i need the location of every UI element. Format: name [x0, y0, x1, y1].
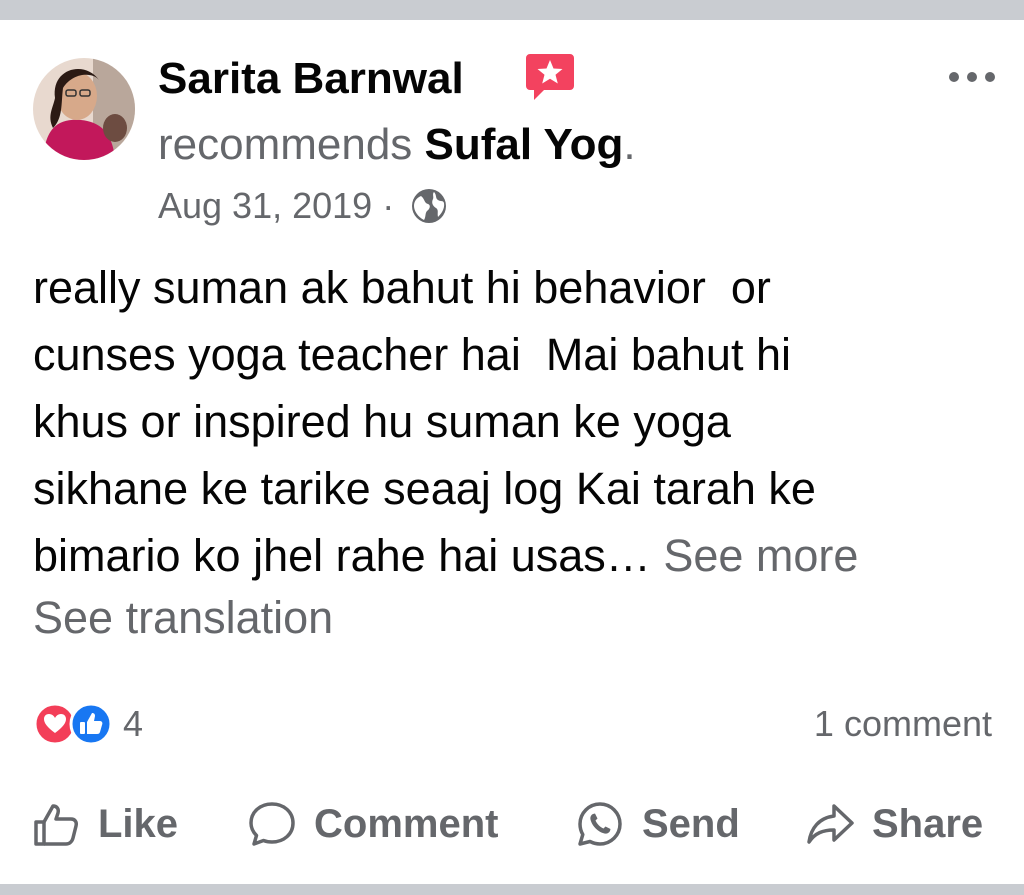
top-divider: [0, 0, 1024, 20]
globe-icon: [412, 189, 447, 223]
post-body-truncated: bimario ko jhel rahe hai usas…: [33, 530, 664, 581]
avatar[interactable]: [33, 58, 135, 160]
comment-count-link[interactable]: 1 comment: [814, 702, 992, 746]
post-body-line: khus or inspired hu suman ke yoga: [33, 396, 731, 447]
more-options-icon[interactable]: [946, 64, 998, 90]
post-body-line: really suman ak bahut hi behavior or: [33, 262, 771, 313]
share-arrow-icon: [807, 804, 854, 844]
like-reaction-icon: [69, 702, 113, 746]
like-label: Like: [98, 801, 179, 846]
like-button[interactable]: Like: [32, 796, 178, 852]
post-body: really suman ak bahut hi behavior or cun…: [33, 254, 1008, 589]
page-name-link[interactable]: Sufal Yog: [425, 120, 624, 169]
avatar-photo: [33, 58, 135, 160]
see-translation-link[interactable]: See translation: [33, 590, 333, 646]
comment-button[interactable]: Comment: [248, 796, 498, 852]
share-button[interactable]: Share: [806, 796, 983, 852]
post-meta: Aug 31, 2019 ·: [158, 184, 448, 228]
share-label: Share: [872, 801, 984, 846]
post-body-line: cunses yoga teacher hai Mai bahut hi: [33, 329, 791, 380]
post-date[interactable]: Aug 31, 2019: [158, 185, 372, 226]
comment-bubble-icon: [249, 802, 295, 846]
author-name[interactable]: Sarita Barnwal: [158, 52, 464, 106]
recommend-badge-icon: [524, 52, 576, 102]
thumbs-up-icon: [34, 804, 78, 846]
recommendation-line: recommends Sufal Yog.: [158, 118, 636, 172]
comment-label: Comment: [314, 801, 499, 846]
bottom-divider: [0, 884, 1024, 895]
send-button[interactable]: Send: [576, 796, 740, 852]
meta-separator: ·: [372, 185, 405, 226]
post-body-line-last: bimario ko jhel rahe hai usas… See more: [33, 522, 1008, 589]
post-body-line: sikhane ke tarike seaaj log Kai tarah ke: [33, 463, 816, 514]
reaction-count: 4: [123, 703, 144, 744]
recommends-text: recommends: [158, 120, 425, 169]
whatsapp-icon: [578, 802, 622, 846]
send-label: Send: [642, 801, 740, 846]
page-suffix: .: [623, 120, 636, 169]
see-more-link[interactable]: See more: [663, 530, 858, 581]
